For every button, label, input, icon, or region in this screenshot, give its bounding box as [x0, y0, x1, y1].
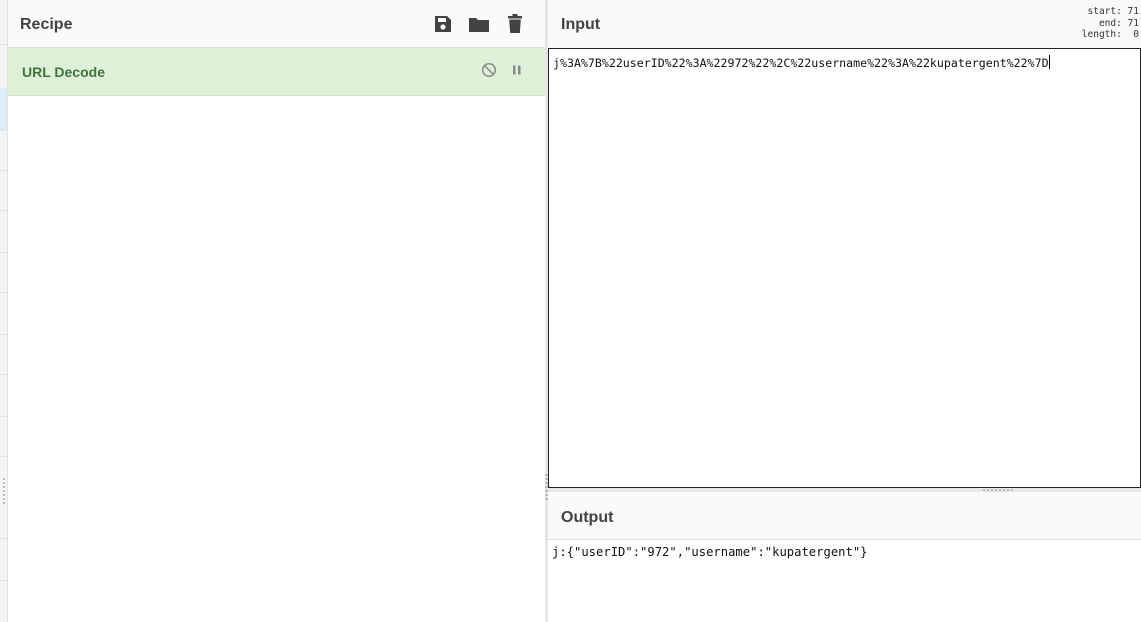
stat-end: end: 71	[1098, 17, 1139, 29]
output-title: Output	[561, 509, 614, 526]
stat-start: start: 71	[1087, 6, 1139, 17]
list-divider	[0, 44, 7, 45]
recipe-title: Recipe	[20, 16, 73, 33]
pause-icon[interactable]	[509, 62, 525, 78]
output-area[interactable]: j:{"userID":"972","username":"kupatergen…	[548, 540, 1141, 622]
list-divider	[0, 252, 7, 253]
folder-icon[interactable]	[467, 12, 491, 36]
list-divider	[0, 292, 7, 293]
output-value: j:{"userID":"972","username":"kupatergen…	[552, 545, 868, 559]
stat-length: length: 0	[1081, 29, 1139, 40]
list-divider	[0, 538, 7, 539]
input-header: Input start: 71 end: 71 length: 0	[548, 0, 1141, 48]
selection-stats: start: 71 end: 71 length: 0	[1082, 6, 1139, 41]
list-divider	[0, 334, 7, 335]
list-divider	[0, 580, 7, 581]
operation-controls	[481, 62, 525, 78]
recipe-pane: Recipe URL Decode	[8, 0, 545, 622]
list-divider	[0, 416, 7, 417]
text-caret	[1048, 55, 1050, 69]
io-pane: Input start: 71 end: 71 length: 0 j%3A%7…	[548, 0, 1141, 622]
trash-icon[interactable]	[503, 12, 527, 36]
disable-icon[interactable]	[481, 62, 497, 78]
list-divider	[0, 456, 7, 457]
list-divider	[0, 374, 7, 375]
output-header: Output	[548, 492, 1141, 540]
save-icon[interactable]	[431, 12, 455, 36]
resize-handle[interactable]	[3, 478, 5, 504]
input-title: Input	[561, 16, 601, 33]
list-divider	[0, 130, 7, 131]
selected-operation-highlight	[0, 88, 7, 130]
list-divider	[0, 170, 7, 171]
left-operations-strip	[0, 0, 8, 622]
list-divider	[0, 210, 7, 211]
operation-name: URL Decode	[22, 64, 105, 80]
resize-handle[interactable]	[983, 489, 1015, 491]
operation-url-decode[interactable]: URL Decode	[8, 48, 545, 96]
recipe-header: Recipe	[8, 0, 545, 48]
input-text: j%3A%7B%22userID%22%3A%22972%22%2C%22use…	[553, 55, 1050, 70]
input-value: j%3A%7B%22userID%22%3A%22972%22%2C%22use…	[553, 56, 1049, 70]
input-textarea[interactable]: j%3A%7B%22userID%22%3A%22972%22%2C%22use…	[548, 48, 1141, 488]
recipe-toolbar	[431, 12, 527, 36]
